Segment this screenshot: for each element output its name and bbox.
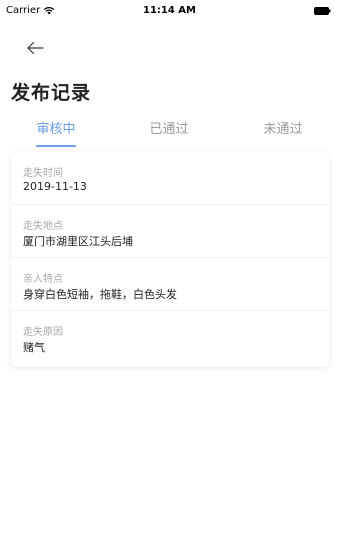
field-lost-location: 走失地点 厦门市湖里区江头后埔 — [11, 205, 329, 258]
status-bar: Carrier 11:14 AM — [0, 0, 339, 22]
field-relative-features: 亲人特点 身穿白色短袖，拖鞋，白色头发 — [11, 258, 329, 311]
field-label: 走失原因 — [23, 327, 63, 338]
tab-label: 未通过 — [263, 122, 303, 137]
field-value: 身穿白色短袖，拖鞋，白色头发 — [23, 288, 177, 301]
active-tab-indicator — [36, 145, 76, 147]
arrow-left-icon — [27, 41, 44, 55]
tab-bar: 审核中 已通过 未通过 — [0, 118, 339, 150]
field-value: 厦门市湖里区江头后埔 — [23, 235, 133, 248]
field-value: 赌气 — [23, 341, 45, 354]
tab-pending-review[interactable]: 审核中 — [11, 118, 101, 148]
tab-approved[interactable]: 已通过 — [124, 118, 214, 148]
tab-rejected[interactable]: 未通过 — [238, 118, 328, 148]
screen: Carrier 11:14 AM 发布记录 审核中 已通过 未通过 走失时间 2… — [0, 0, 339, 533]
field-label: 走失时间 — [23, 168, 63, 179]
page-title: 发布记录 — [11, 82, 92, 104]
tab-label: 审核中 — [36, 122, 76, 137]
field-label: 亲人特点 — [23, 274, 63, 285]
battery-icon — [314, 7, 331, 15]
field-lost-time: 走失时间 2019-11-13 — [11, 152, 329, 205]
tab-label: 已通过 — [149, 122, 189, 137]
record-card[interactable]: 走失时间 2019-11-13 走失地点 厦门市湖里区江头后埔 亲人特点 身穿白… — [11, 152, 329, 367]
back-button[interactable] — [24, 38, 46, 58]
field-label: 走失地点 — [23, 221, 63, 232]
status-time: 11:14 AM — [142, 5, 196, 16]
field-value: 2019-11-13 — [23, 180, 87, 193]
field-lost-reason: 走失原因 赌气 — [11, 311, 329, 364]
